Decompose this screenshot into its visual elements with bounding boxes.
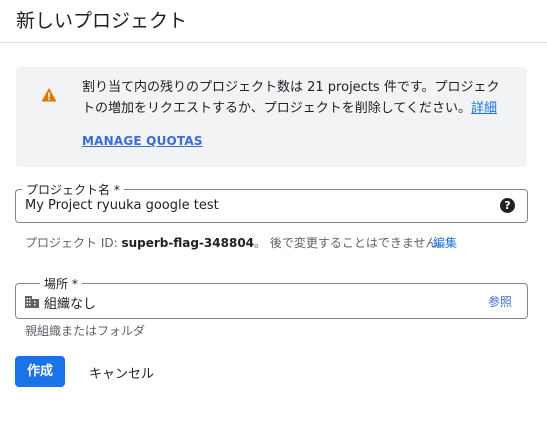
location-label: 場所 * [40,275,82,292]
building-icon [25,296,39,308]
project-name-field[interactable]: プロジェクト名 * My Project ryuuka google test … [15,181,528,223]
quota-notice: 割り当て内の残りのプロジェクト数は 21 projects 件です。プロジェクト… [16,67,527,167]
location-field[interactable]: 場所 * 組織なし 参照 [15,275,528,319]
project-id-prefix: プロジェクト ID: [25,236,122,250]
browse-location-button[interactable]: 参照 [488,293,512,310]
notice-message-text: 割り当て内の残りのプロジェクト数は 21 projects 件です。プロジェクト… [82,80,500,116]
location-hint: 親組織またはフォルダ [25,324,146,338]
project-id-suffix: 。 後で変更することはできません。 [254,236,450,250]
page-title: 新しいプロジェクト [16,10,188,32]
cancel-button[interactable]: キャンセル [89,363,154,382]
create-button[interactable]: 作成 [15,356,65,387]
manage-quotas-link[interactable]: MANAGE QUOTAS [82,134,203,148]
edit-project-id-link[interactable]: 編集 [433,234,457,251]
project-id-value: superb-flag-348804 [121,236,255,250]
notice-message: 割り当て内の残りのプロジェクト数は 21 projects 件です。プロジェクト… [82,77,512,119]
warning-icon [41,88,57,102]
project-name-label: プロジェクト名 * [22,181,124,198]
project-id-info: プロジェクト ID: superb-flag-348804。 後で変更することは… [25,234,457,251]
location-value: 組織なし [44,297,97,312]
project-name-input[interactable]: My Project ryuuka google test [25,198,219,213]
details-link[interactable]: 詳細 [471,101,497,116]
header-divider [0,42,547,43]
help-icon[interactable]: ? [500,198,515,213]
